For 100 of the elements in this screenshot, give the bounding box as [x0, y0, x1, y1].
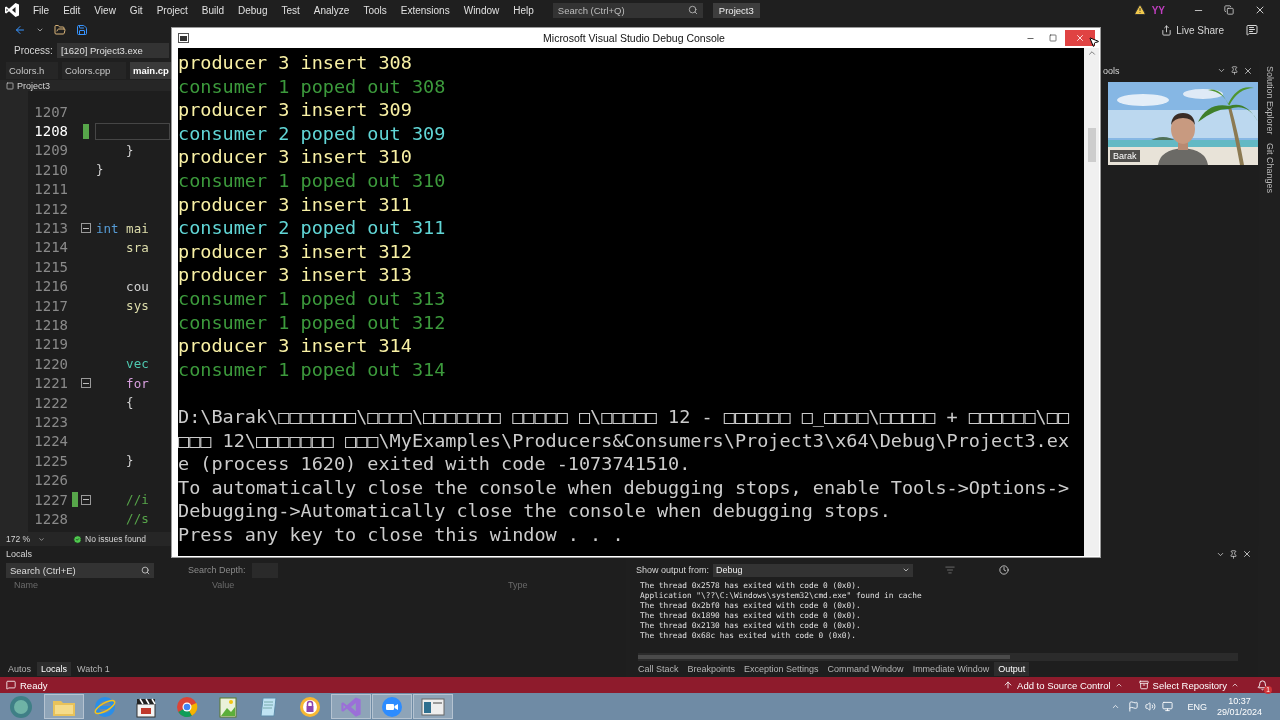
- close-icon[interactable]: [1254, 4, 1266, 16]
- console-line: consumer 2 poped out 311: [178, 216, 447, 240]
- browser-icon[interactable]: [176, 695, 198, 718]
- scroll-up-icon[interactable]: [1086, 48, 1097, 58]
- search-depth-label: Search Depth:: [188, 565, 246, 575]
- line-number: 1214: [33, 239, 68, 256]
- code-line: {: [125, 394, 135, 412]
- scrollbar-thumb[interactable]: [1087, 128, 1096, 162]
- line-number: 1220: [33, 355, 68, 372]
- solution-button[interactable]: Project3: [712, 2, 760, 18]
- share-icon[interactable]: [1161, 24, 1173, 36]
- video-call-icon[interactable]: [381, 695, 403, 718]
- menu-item[interactable]: Debug: [231, 4, 275, 16]
- console-line: producer 3 insert 314: [178, 334, 413, 358]
- menu-item[interactable]: View: [87, 4, 123, 16]
- menu-item[interactable]: Project: [149, 4, 195, 16]
- issues-status[interactable]: No issues found: [85, 534, 147, 544]
- message-icon: [6, 680, 16, 690]
- restore-icon[interactable]: [1224, 5, 1234, 15]
- save-icon[interactable]: [76, 24, 88, 36]
- search-field[interactable]: Search (Ctrl+E): [6, 562, 154, 578]
- caret-icon[interactable]: [1114, 681, 1123, 689]
- console-line: producer 3 insert 309: [178, 98, 413, 122]
- visual-studio-icon: [340, 695, 362, 718]
- flag-icon[interactable]: [1128, 701, 1140, 712]
- panel-tab[interactable]: Locals: [37, 662, 72, 676]
- line-number: 1222: [33, 394, 68, 411]
- panel-tab[interactable]: Output: [994, 662, 1030, 676]
- document-tab[interactable]: main.cp: [130, 61, 171, 79]
- close-icon[interactable]: [1242, 549, 1252, 559]
- close-icon[interactable]: [1243, 66, 1253, 76]
- search-icon: [141, 565, 150, 575]
- code-line: vec: [125, 355, 150, 373]
- menu-item[interactable]: Build: [194, 4, 231, 16]
- open-folder-icon[interactable]: [54, 24, 66, 36]
- zoom-level[interactable]: 172 %: [6, 534, 31, 544]
- collapse-icon[interactable]: [81, 223, 91, 234]
- caret-icon[interactable]: [36, 26, 44, 34]
- panel-tab[interactable]: Watch 1: [73, 662, 114, 676]
- select-repository-button[interactable]: Select Repository: [1152, 679, 1227, 691]
- back-icon[interactable]: [14, 24, 26, 36]
- line-number: 1208: [33, 123, 68, 140]
- menu-item[interactable]: Tools: [356, 4, 394, 16]
- document-tab[interactable]: Colors.h: [6, 61, 58, 79]
- speaker-icon[interactable]: [1145, 701, 1157, 712]
- menu-item[interactable]: Window: [456, 4, 507, 16]
- line-number: 1207: [33, 103, 68, 120]
- running-app-highlight[interactable]: [413, 694, 453, 719]
- feedback-icon[interactable]: [1246, 24, 1258, 36]
- network-icon[interactable]: [1162, 701, 1174, 712]
- caret-icon[interactable]: [1217, 66, 1226, 75]
- warning-icon[interactable]: [1133, 4, 1146, 16]
- code-line: cou: [125, 277, 150, 295]
- menu-item[interactable]: Help: [506, 4, 541, 16]
- project-name[interactable]: Project3: [17, 80, 51, 91]
- panel-tab[interactable]: Breakpoints: [683, 662, 740, 676]
- menu-item[interactable]: Test: [274, 4, 307, 16]
- search-field[interactable]: Search (Ctrl+Q): [552, 2, 703, 18]
- menu-item[interactable]: Git: [122, 4, 150, 16]
- console-line: e (process 1620) exited with code -1073741510.: [178, 452, 692, 476]
- process-field[interactable]: [1620] Project3.exe: [56, 42, 169, 58]
- pin-icon[interactable]: [1230, 66, 1239, 75]
- menu-item[interactable]: Extensions: [393, 4, 457, 16]
- code-line: }: [125, 141, 135, 159]
- document-tab[interactable]: Colors.cpp: [62, 61, 126, 79]
- caret-icon[interactable]: [1231, 681, 1239, 689]
- line-number: 1224: [33, 433, 68, 450]
- collapse-icon[interactable]: [81, 378, 91, 389]
- live-share-button[interactable]: Live Share: [1176, 24, 1224, 36]
- lock-icon[interactable]: [299, 695, 321, 718]
- menu-item[interactable]: File: [26, 4, 57, 16]
- panel-tab[interactable]: Call Stack: [634, 662, 683, 676]
- panel-tab[interactable]: Exception Settings: [740, 662, 823, 676]
- side-tab[interactable]: Git Changes: [1264, 142, 1275, 193]
- language-indicator[interactable]: ENG: [1187, 701, 1207, 712]
- running-app-highlight[interactable]: [372, 694, 412, 719]
- console-line: consumer 1 poped out 313: [178, 286, 447, 311]
- code-line: //i: [125, 491, 150, 508]
- notepad-icon[interactable]: [259, 695, 279, 718]
- window-icon[interactable]: [421, 696, 445, 717]
- clock-icon[interactable]: [999, 565, 1010, 575]
- panel-tab[interactable]: Immediate Window: [908, 662, 994, 676]
- panel-tab[interactable]: Autos: [4, 662, 35, 676]
- line-number: 1210: [33, 161, 68, 178]
- menu-item[interactable]: Edit: [56, 4, 88, 16]
- image-editor-icon[interactable]: [218, 695, 238, 718]
- menu-item[interactable]: Analyze: [306, 4, 357, 16]
- clock-date[interactable]: 29/01/2024: [1216, 706, 1262, 718]
- clock-time[interactable]: 10:37: [1228, 695, 1251, 707]
- caret-icon[interactable]: [38, 535, 46, 543]
- pin-icon[interactable]: [1229, 549, 1238, 559]
- panel-tab[interactable]: Command Window: [823, 662, 908, 676]
- collapse-icon[interactable]: [81, 494, 91, 505]
- side-tab[interactable]: Solution Explorer: [1264, 66, 1275, 135]
- close-button[interactable]: [1065, 30, 1095, 46]
- console-line: Press any key to close this window . . .: [178, 522, 625, 547]
- account-initials[interactable]: YY: [1151, 4, 1165, 16]
- panel-title: Locals: [6, 549, 32, 559]
- add-to-source-control-button[interactable]: Add to Source Control: [1017, 679, 1111, 691]
- output-source-dropdown[interactable]: Debug: [713, 563, 914, 577]
